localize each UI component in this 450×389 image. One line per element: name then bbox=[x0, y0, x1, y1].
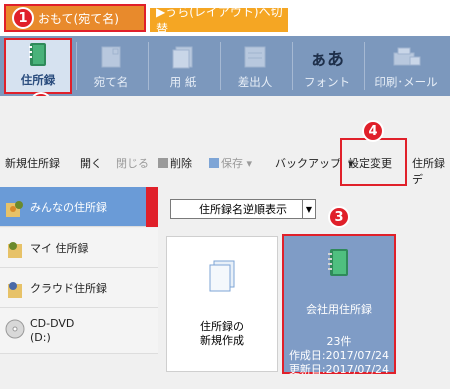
sender-card-icon bbox=[238, 44, 272, 70]
open-button[interactable]: 開く bbox=[80, 155, 102, 171]
disc-icon bbox=[4, 318, 26, 340]
nav-item-label: マイ 住所録 bbox=[30, 241, 89, 255]
chevron-down-icon[interactable]: ▼ bbox=[302, 199, 316, 219]
nav-item-cloud-address-book[interactable]: クラウド住所録 bbox=[0, 268, 158, 308]
ribbon-address-book-button[interactable]: 住所録 bbox=[4, 38, 72, 94]
ribbon-sender-label: 差出人 bbox=[237, 75, 273, 89]
ribbon-address-book-label: 住所録 bbox=[20, 73, 56, 87]
company-card-created: 作成日:2017/07/24 bbox=[288, 349, 390, 362]
ribbon-divider bbox=[76, 42, 77, 90]
cloud-folder-icon bbox=[4, 278, 26, 300]
new-card-line2: 新規作成 bbox=[200, 334, 244, 347]
new-address-book-card[interactable]: 住所録の 新規作成 bbox=[166, 236, 278, 372]
company-card-count: 23件 bbox=[326, 335, 352, 348]
save-button[interactable]: 保存 ▾ bbox=[209, 155, 252, 171]
ribbon-divider bbox=[292, 42, 293, 90]
backup-label: バックアップ bbox=[275, 157, 341, 170]
nav-item-shared-address-book[interactable]: みんなの住所録 bbox=[0, 187, 158, 227]
printer-icon bbox=[389, 44, 423, 70]
delete-icon bbox=[158, 158, 168, 168]
book-icon bbox=[327, 248, 351, 281]
address-book-data-button[interactable]: 住所録デ bbox=[412, 155, 450, 187]
nav-item-my-address-book[interactable]: マイ 住所録 bbox=[0, 228, 158, 268]
company-card-updated: 更新日:2017/07/24 bbox=[288, 363, 390, 376]
nav-item-label: クラウド住所録 bbox=[30, 281, 107, 295]
delete-label: 削除 bbox=[170, 157, 192, 170]
company-card-title: 会社用住所録 bbox=[306, 303, 372, 316]
step-badge-1: 1 bbox=[12, 7, 34, 29]
tab-back-label: ▶うら(レイアウト)へ切替 bbox=[156, 5, 283, 36]
font-icon: ぁあ bbox=[310, 44, 344, 70]
font-glyph: ぁあ bbox=[310, 49, 344, 70]
ribbon-font-label: フォント bbox=[304, 75, 350, 89]
postcard-icon bbox=[94, 44, 128, 70]
person-folder-icon bbox=[4, 238, 26, 260]
tab-back-layout[interactable]: ▶うら(レイアウト)へ切替 bbox=[150, 5, 288, 36]
ribbon-paper-button[interactable]: 用 紙 bbox=[150, 38, 216, 94]
company-address-book-card[interactable]: 会社用住所録 23件 作成日:2017/07/24 更新日:2017/07/24 bbox=[282, 234, 396, 376]
nav-item-cd-dvd[interactable]: CD-DVD (D:) bbox=[0, 308, 158, 354]
nav-selected-marker bbox=[146, 187, 158, 227]
ribbon-divider bbox=[364, 42, 365, 90]
ribbon-recipient-button[interactable]: 宛て名 bbox=[78, 38, 144, 94]
ribbon-paper-label: 用 紙 bbox=[169, 75, 197, 89]
new-address-book-button[interactable]: 新規住所録 bbox=[5, 155, 60, 171]
book-icon bbox=[21, 42, 55, 68]
ribbon-sender-button[interactable]: 差出人 bbox=[222, 38, 288, 94]
step-badge-3: 3 bbox=[328, 206, 350, 228]
save-label: 保存 bbox=[221, 157, 243, 170]
ribbon-recipient-label: 宛て名 bbox=[93, 75, 129, 89]
settings-change-button[interactable]: 設定変更 bbox=[348, 155, 392, 171]
paper-icon bbox=[166, 44, 200, 70]
ribbon-print-mail-button[interactable]: 印刷･メール bbox=[366, 38, 446, 94]
ribbon-font-button[interactable]: ぁあ フォント bbox=[294, 38, 360, 94]
sort-select-value: 住所録名逆順表示 bbox=[199, 203, 287, 216]
ribbon-divider bbox=[148, 42, 149, 90]
people-folder-icon bbox=[4, 197, 26, 219]
ribbon-print-mail-label: 印刷･メール bbox=[374, 75, 438, 89]
nav-item-label: みんなの住所録 bbox=[30, 200, 107, 214]
tab-front-label: おもて(宛て名) bbox=[38, 11, 119, 26]
save-icon bbox=[209, 158, 219, 168]
delete-button[interactable]: 削除 bbox=[158, 155, 192, 171]
tab-front-address[interactable]: 1 おもて(宛て名) bbox=[4, 4, 146, 32]
step-badge-4: 4 bbox=[362, 120, 384, 142]
close-button[interactable]: 閉じる bbox=[116, 155, 149, 171]
nav-item-label: CD-DVD (D:) bbox=[30, 316, 75, 344]
new-card-line1: 住所録の bbox=[200, 320, 244, 333]
new-document-icon bbox=[206, 259, 238, 298]
sort-select[interactable]: 住所録名逆順表示 bbox=[170, 199, 316, 219]
ribbon-divider bbox=[220, 42, 221, 90]
